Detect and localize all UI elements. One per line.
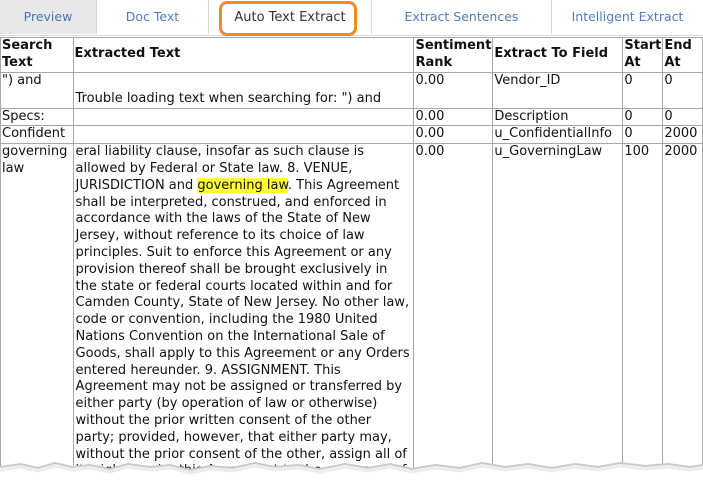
cell-end-at: 0 [662,71,703,109]
extracted-text-after: . This Agreement shall be interpreted, c… [75,177,410,495]
header-extract-to-field[interactable]: Extract To Field [492,37,624,73]
cell-extract-to-field: Description [492,107,624,127]
header-start-at[interactable]: Start At [622,37,664,73]
cell-start-at: 0 [622,125,664,145]
tab-doc-text-label: Doc Text [125,9,180,24]
tab-auto-text-extract[interactable]: Auto Text Extract [209,0,372,34]
tab-auto-text-extract-label: Auto Text Extract [234,10,346,25]
tab-preview[interactable]: Preview [0,0,97,34]
table-row[interactable]: ") and Trouble loading text when searchi… [0,71,703,109]
search-term-highlight: governing law [197,177,288,193]
tab-doc-text[interactable]: Doc Text [97,0,209,34]
cell-sentiment-rank: 0.00 [413,107,494,127]
table-row[interactable]: Confident 0.00 u_ConfidentialInfo 0 2000 [0,125,703,145]
header-end-at[interactable]: End At [662,37,703,73]
header-extracted-text[interactable]: Extracted Text [72,37,415,73]
cell-start-at: 100 [622,143,664,495]
cell-end-at: 0 [662,107,703,127]
cell-sentiment-rank: 0.00 [413,71,494,109]
tab-intelligent-extract-label: Intelligent Extract [571,9,684,24]
cell-extracted-text [72,107,415,127]
cell-search-text: Specs: [0,107,74,127]
table-row[interactable]: Specs: 0.00 Description 0 0 [0,107,703,127]
cell-search-text: ") and [0,71,74,109]
cell-extract-to-field: Vendor_ID [492,71,624,109]
table-row[interactable]: governing law eral liability clause, ins… [0,143,703,495]
cell-sentiment-rank: 0.00 [413,125,494,145]
cell-extracted-text [72,125,415,145]
tab-extract-sentences-label: Extract Sentences [404,9,519,24]
cell-extracted-text: Trouble loading text when searching for:… [72,71,415,109]
cell-start-at: 0 [622,107,664,127]
extraction-results-table: Search Text Extracted Text Sentiment Ran… [0,37,703,495]
cell-end-at: 2000 [662,143,703,495]
table-header-row: Search Text Extracted Text Sentiment Ran… [0,37,703,73]
cell-search-text: Confident [0,125,74,145]
cell-extract-to-field: u_GoverningLaw [492,143,624,495]
tab-bar: Preview Doc Text Auto Text Extract Extra… [0,0,703,36]
header-search-text[interactable]: Search Text [0,37,74,73]
cell-end-at: 2000 [662,125,703,145]
tab-extract-sentences[interactable]: Extract Sentences [372,0,552,34]
cell-extract-to-field: u_ConfidentialInfo [492,125,624,145]
header-sentiment-rank[interactable]: Sentiment Rank [413,37,494,73]
extracted-text: Trouble loading text when searching for:… [75,90,382,106]
cell-sentiment-rank: 0.00 [413,143,494,495]
cell-start-at: 0 [622,71,664,109]
cell-search-text: governing law [0,143,74,495]
tab-preview-label: Preview [23,9,73,24]
auto-text-extract-screen: Preview Doc Text Auto Text Extract Extra… [0,0,703,495]
cell-extracted-text: eral liability clause, insofar as such c… [72,143,415,495]
tab-intelligent-extract[interactable]: Intelligent Extract [552,0,703,34]
